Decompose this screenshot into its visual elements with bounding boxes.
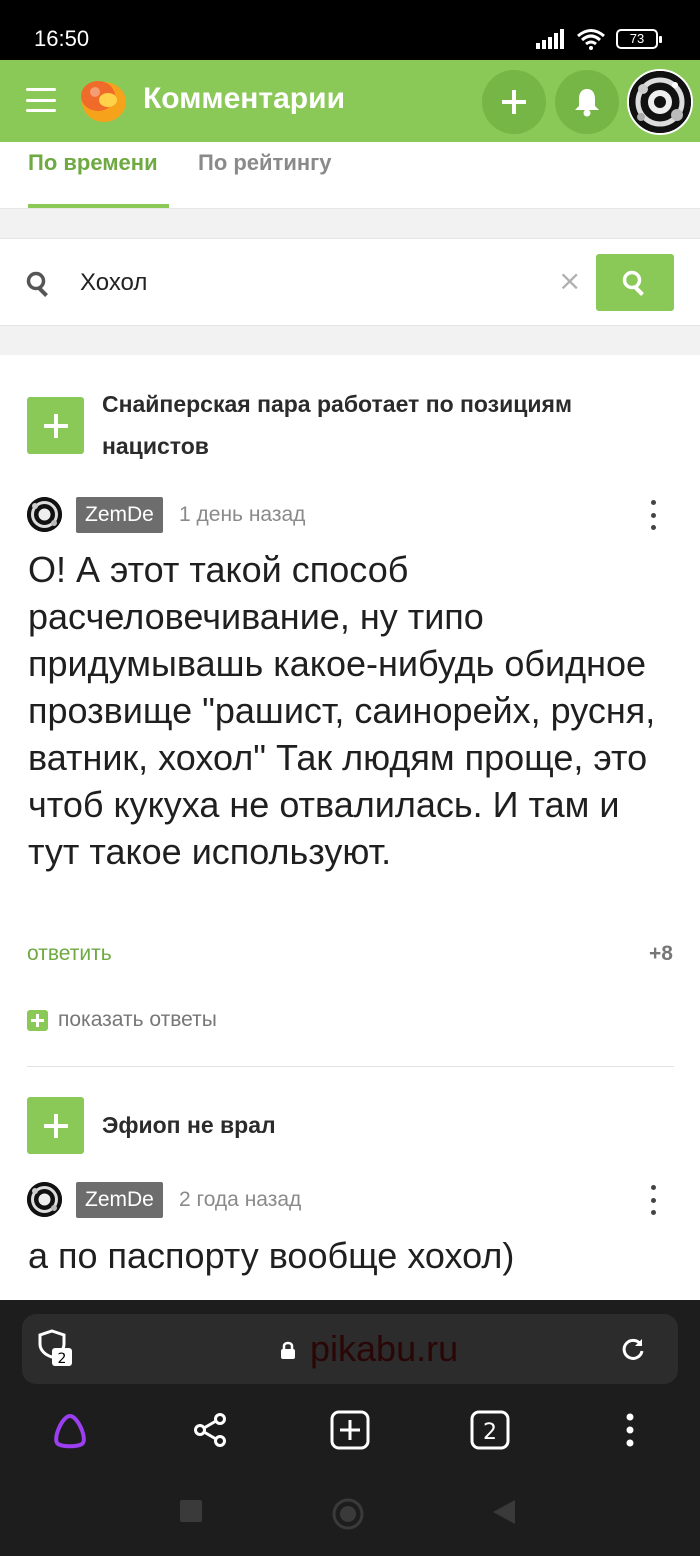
tabs-button[interactable]: 2 — [470, 1410, 510, 1450]
notifications-button[interactable] — [555, 70, 619, 134]
comment-text: а по паспорту вообще хохол) — [28, 1235, 515, 1276]
new-tab-button[interactable] — [330, 1410, 370, 1450]
bell-icon — [575, 89, 599, 117]
browser-menu-button[interactable] — [610, 1410, 650, 1450]
search-input[interactable] — [80, 265, 540, 301]
sort-tabs: По времени По рейтингу — [0, 142, 700, 209]
search-bar: × — [0, 238, 700, 326]
app-header: Комментарии — [0, 60, 700, 142]
search-icon — [622, 270, 644, 296]
status-bar: 16:50 73 — [0, 0, 700, 60]
battery-indicator: 73 — [616, 29, 662, 49]
browser-toolbar: 2 pikabu.ru 2 — [0, 1300, 700, 1556]
shield-count: 2 — [58, 1351, 67, 1367]
clear-icon[interactable]: × — [558, 267, 581, 295]
comment-avatar[interactable] — [27, 497, 62, 532]
add-tab-icon — [330, 1410, 370, 1450]
reload-icon[interactable] — [620, 1336, 646, 1362]
expand-post-button[interactable] — [27, 1097, 84, 1154]
recent-apps-icon[interactable] — [180, 1500, 202, 1522]
active-tab-indicator — [28, 204, 169, 208]
more-options-icon[interactable] — [646, 1185, 660, 1215]
page-title: Комментарии — [143, 82, 346, 115]
section-gap — [0, 326, 700, 355]
divider — [27, 1066, 674, 1067]
search-icon — [26, 271, 48, 297]
comment-author[interactable]: ZemDe — [76, 1182, 163, 1218]
share-icon — [194, 1413, 226, 1447]
more-options-icon[interactable] — [646, 500, 660, 530]
tab-by-rating[interactable]: По рейтингу — [198, 150, 332, 176]
vertical-dots-icon — [626, 1413, 634, 1447]
add-post-button[interactable] — [482, 70, 546, 134]
home-icon[interactable] — [331, 1497, 365, 1531]
profile-avatar[interactable] — [627, 69, 693, 135]
share-button[interactable] — [190, 1410, 230, 1450]
signal-icon — [536, 29, 564, 49]
comment-author[interactable]: ZemDe — [76, 497, 163, 533]
show-replies-label: показать ответы — [58, 1008, 217, 1031]
menu-icon[interactable] — [26, 88, 56, 112]
plus-icon — [27, 1009, 48, 1031]
post-title[interactable]: Эфиоп не врал — [102, 1104, 662, 1146]
plus-icon — [43, 413, 68, 438]
comment-time: 2 года назад — [179, 1188, 302, 1211]
comment-text: О! А этот такой способ расчеловечивание,… — [28, 549, 656, 872]
alice-icon — [54, 1413, 86, 1449]
tab-by-time[interactable]: По времени — [28, 150, 158, 176]
wifi-icon — [577, 29, 605, 50]
lock-icon — [281, 1341, 295, 1359]
status-icons: 73 — [536, 28, 662, 50]
back-icon[interactable] — [493, 1500, 515, 1524]
show-replies-button[interactable]: показать ответы — [27, 1008, 217, 1032]
alice-assistant-button[interactable] — [50, 1410, 90, 1450]
comment-time: 1 день назад — [179, 503, 306, 526]
protection-shield-icon[interactable]: 2 — [36, 1328, 76, 1372]
status-time: 16:50 — [34, 26, 90, 51]
pikabu-logo[interactable] — [78, 76, 128, 124]
comment-rating: +8 — [649, 942, 673, 965]
plus-icon — [43, 1113, 68, 1138]
comment-avatar[interactable] — [27, 1182, 62, 1217]
address-bar[interactable]: 2 pikabu.ru — [22, 1314, 678, 1384]
search-button[interactable] — [596, 254, 674, 311]
section-gap — [0, 209, 700, 238]
plus-icon — [502, 90, 526, 114]
reply-link[interactable]: ответить — [27, 942, 112, 966]
url-text[interactable]: pikabu.ru — [310, 1328, 458, 1370]
post-title[interactable]: Снайперская пара работает по позициям на… — [102, 383, 662, 467]
expand-post-button[interactable] — [27, 397, 84, 454]
tabs-count: 2 — [483, 1420, 497, 1445]
tabs-icon: 2 — [470, 1410, 510, 1450]
